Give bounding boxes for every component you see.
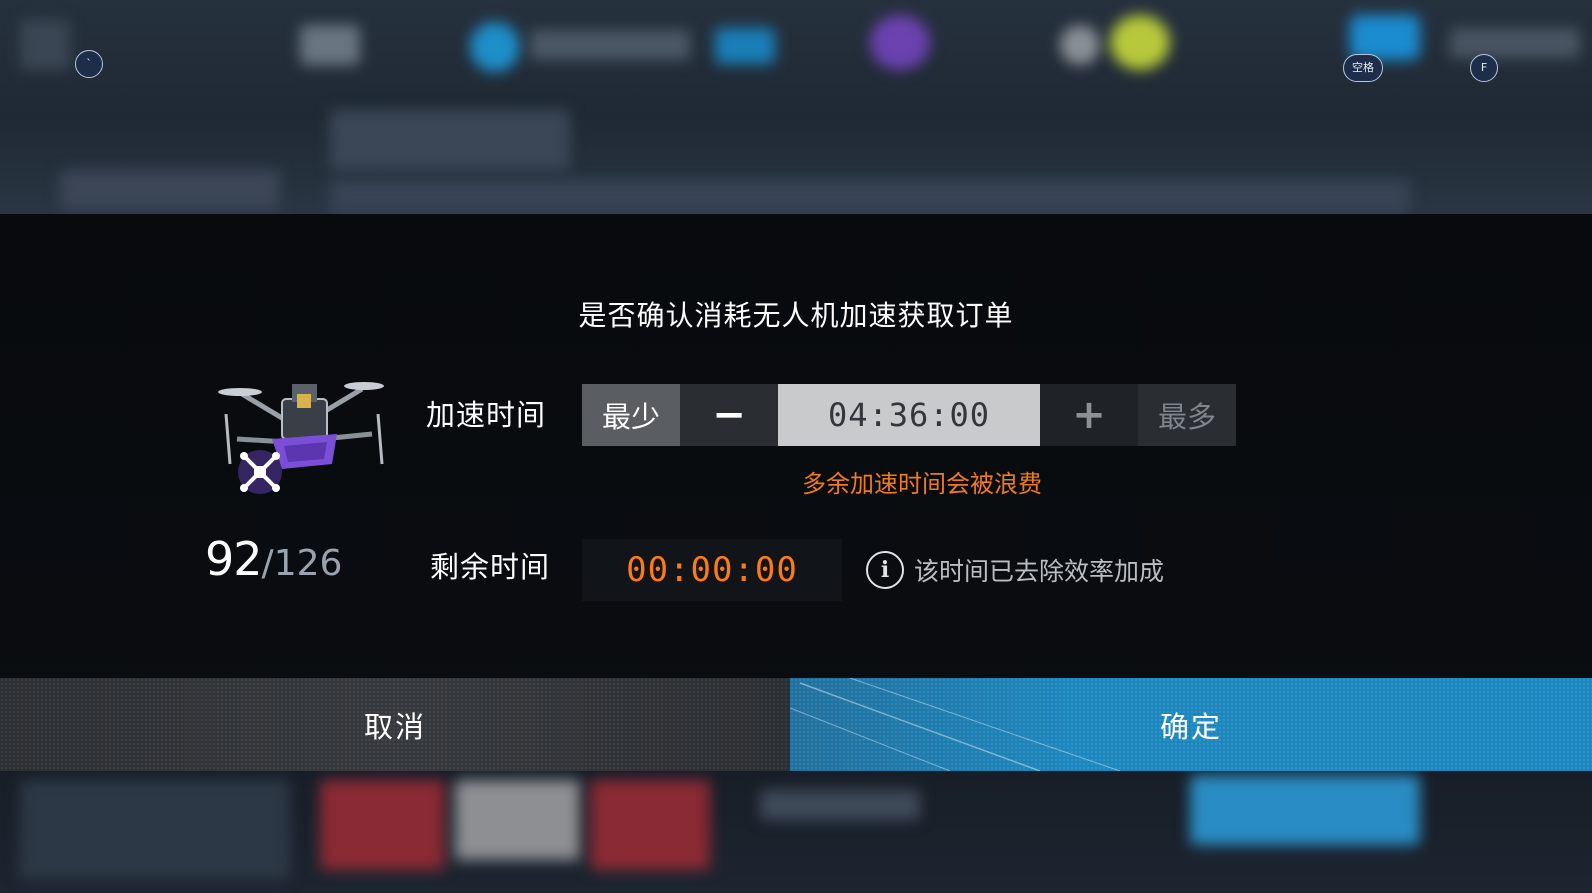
min-button[interactable]: 最少 <box>582 384 680 446</box>
game-screen: ` 空格 F 是否确认消耗无人机加速获取订单 92/126 加速时间 最少 − … <box>0 0 1592 893</box>
efficiency-note: i 该时间已去除效率加成 <box>866 551 1164 589</box>
drone-count: 92/126 <box>205 532 342 586</box>
bg-red-card-2 <box>590 780 710 870</box>
accel-time-label: 加速时间 <box>426 398 547 432</box>
back-hotkey[interactable]: ` <box>75 50 103 78</box>
space-hotkey[interactable]: 空格 <box>1343 54 1383 82</box>
bg-left-tab <box>60 170 280 210</box>
bg-text-shape-right <box>1450 28 1580 58</box>
confirm-button-decoration <box>790 678 1121 771</box>
bg-blue-orb <box>470 22 520 72</box>
bg-gray-card <box>455 780 580 860</box>
drone-count-current: 92 <box>205 532 263 586</box>
max-button[interactable]: 最多 <box>1138 384 1236 446</box>
efficiency-note-text: 该时间已去除效率加成 <box>914 557 1165 586</box>
bg-blue-pill <box>715 28 775 64</box>
f-hotkey[interactable]: F <box>1470 54 1498 82</box>
dialog-actions: 取消 确定 <box>0 678 1592 771</box>
confirm-button[interactable]: 确定 <box>790 678 1592 771</box>
background-top-panel <box>0 0 1592 214</box>
drone-icon <box>218 382 384 494</box>
bg-tab-shape <box>330 110 570 170</box>
bg-back-shape <box>20 20 70 70</box>
dialog-title: 是否确认消耗无人机加速获取订单 <box>578 299 1014 332</box>
bg-gray-orb <box>1060 25 1100 65</box>
plus-icon: + <box>1072 392 1106 438</box>
remain-time-label: 剩余时间 <box>430 550 551 584</box>
bg-purple-orb <box>870 15 930 70</box>
bg-bottom-text <box>760 790 920 820</box>
bg-card-row <box>330 180 1410 214</box>
cancel-button[interactable]: 取消 <box>0 678 790 771</box>
waste-warning: 多余加速时间会被浪费 <box>802 470 1042 498</box>
drone-count-separator: / <box>261 543 274 584</box>
bg-bottom-card <box>20 780 290 880</box>
increase-button[interactable]: + <box>1040 384 1138 446</box>
info-icon[interactable]: i <box>866 551 904 589</box>
bg-text-shape <box>530 30 690 60</box>
minus-icon: − <box>712 392 746 438</box>
confirm-button-label: 确定 <box>1159 709 1222 744</box>
background-bottom-panel <box>0 770 1592 893</box>
bg-green-orb <box>1110 15 1170 70</box>
remain-time-value: 00:00:00 <box>582 539 842 601</box>
accel-time-value: 04:36:00 <box>778 384 1040 446</box>
bg-red-card-1 <box>320 780 445 870</box>
decrease-button[interactable]: − <box>680 384 778 446</box>
bg-icon-shape <box>300 25 360 65</box>
accel-time-stepper: 最少 − 04:36:00 + 最多 <box>582 384 1236 446</box>
bg-blue-card <box>1190 775 1420 845</box>
drone-count-max: 126 <box>273 543 343 584</box>
